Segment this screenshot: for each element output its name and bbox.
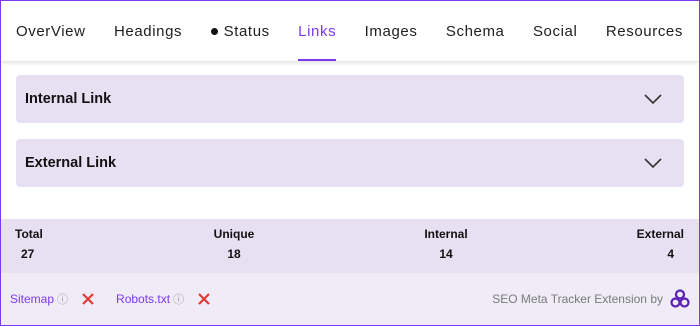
stat-value: 27 <box>21 247 35 261</box>
chevron-down-icon <box>644 158 662 168</box>
tab-label: OverView <box>16 22 86 40</box>
tab-label: Links <box>298 22 337 40</box>
tab-label: Headings <box>113 22 183 40</box>
stat-internal: Internal 14 <box>421 227 471 261</box>
link-stats: Total 27 Unique 18 Internal 14 External … <box>1 219 699 273</box>
internal-link-accordion[interactable]: Internal Link <box>16 75 684 123</box>
close-icon <box>198 293 210 305</box>
stat-external: External 4 <box>634 227 684 261</box>
brand-logo-icon[interactable] <box>670 289 690 309</box>
tab-bar: OverView Headings Status Links Images Sc… <box>1 1 699 61</box>
links-content: Internal Link External Link <box>1 61 699 187</box>
tab-links[interactable]: Links <box>298 1 337 61</box>
tab-label: Images <box>364 22 418 40</box>
tab-overview[interactable]: OverView <box>16 1 86 61</box>
stat-value: 18 <box>227 247 241 261</box>
tab-headings[interactable]: Headings <box>114 1 182 61</box>
tab-resources[interactable]: Resources <box>606 1 683 61</box>
tab-label: Schema <box>445 22 505 40</box>
dot-icon <box>210 27 218 35</box>
stat-total: Total 27 <box>15 227 43 261</box>
close-icon <box>82 293 94 305</box>
tab-label: Social <box>532 22 578 40</box>
info-icon[interactable]: ⓘ <box>173 291 184 307</box>
info-icon[interactable]: ⓘ <box>57 291 68 307</box>
tab-label: Status <box>223 22 270 40</box>
stat-label: External <box>636 227 684 241</box>
tab-status[interactable]: Status <box>210 1 270 61</box>
stat-label: Internal <box>424 227 468 241</box>
external-link-accordion[interactable]: External Link <box>16 139 684 187</box>
accordion-title: External Link <box>25 155 117 171</box>
footer-bar: Sitemap ⓘ Robots.txt ⓘ SEO Meta Tracker … <box>1 273 699 325</box>
tab-label: Resources <box>605 22 683 40</box>
tab-images[interactable]: Images <box>365 1 418 61</box>
chevron-down-icon <box>644 94 662 104</box>
brand-credit: SEO Meta Tracker Extension by <box>492 289 690 309</box>
stat-label: Unique <box>213 227 255 241</box>
extension-panel: OverView Headings Status Links Images Sc… <box>0 0 700 326</box>
tab-social[interactable]: Social <box>533 1 577 61</box>
brand-text: SEO Meta Tracker Extension by <box>492 292 663 306</box>
stat-label: Total <box>15 227 43 241</box>
robots-link[interactable]: Robots.txt <box>116 292 170 306</box>
stat-unique: Unique 18 <box>211 227 257 261</box>
accordion-title: Internal Link <box>25 91 112 107</box>
tab-schema[interactable]: Schema <box>446 1 505 61</box>
stat-value: 14 <box>439 247 453 261</box>
sitemap-link[interactable]: Sitemap <box>10 292 54 306</box>
stat-value: 4 <box>667 247 674 261</box>
